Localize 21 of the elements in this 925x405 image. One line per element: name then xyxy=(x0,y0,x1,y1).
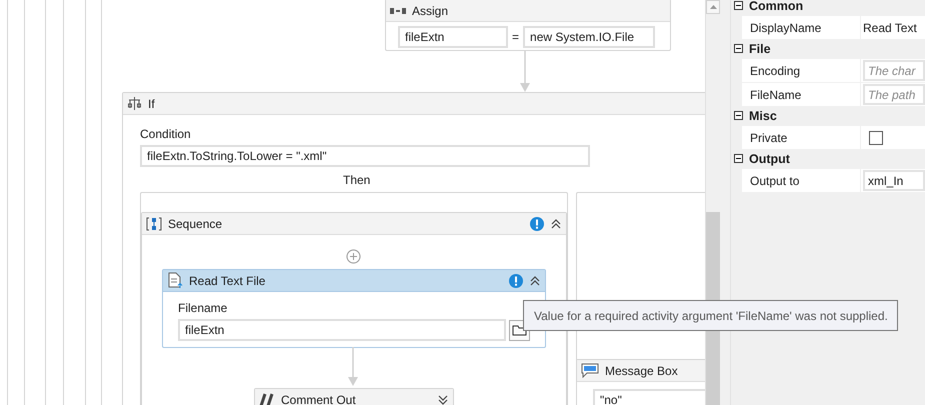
activity-title: Comment Out xyxy=(281,392,357,405)
activity-title: Message Box xyxy=(605,364,679,378)
category-label: Output xyxy=(749,152,790,166)
property-name: Output to xyxy=(742,169,860,192)
equals-sign: = xyxy=(512,30,520,44)
then-label: Then xyxy=(343,173,370,187)
category-label: File xyxy=(749,42,771,56)
error-tooltip: Value for a required activity argument 'FileName' was not supplied. xyxy=(523,300,898,331)
property-name: Private xyxy=(742,126,860,149)
condition-label: Condition xyxy=(140,127,192,141)
category-label: Common xyxy=(749,0,804,12)
activity-title: Assign xyxy=(412,4,450,18)
property-name: DisplayName xyxy=(742,16,860,39)
activity-title: Read Text File xyxy=(189,274,266,288)
category-label: Misc xyxy=(749,108,777,122)
property-name: Encoding xyxy=(742,59,860,82)
property-name: FileName xyxy=(742,83,860,106)
activity-title: Sequence xyxy=(168,216,224,230)
property-value: Read Text xyxy=(863,20,917,34)
activity-title: If xyxy=(148,96,156,110)
filename-label: Filename xyxy=(178,301,228,315)
